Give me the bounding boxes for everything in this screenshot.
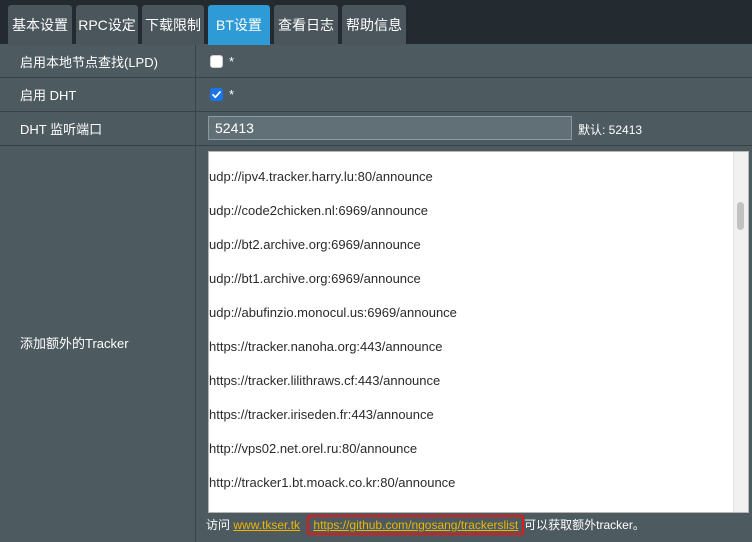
tracker-line: http://vps02.net.orel.ru:80/announce (209, 441, 418, 456)
dht-port-value: 52413 默认: 52413 (197, 112, 752, 145)
dht-label: 启用 DHT (0, 78, 196, 111)
tracker-line: udp://code2chicken.nl:6969/announce (209, 203, 429, 218)
tracker-scrollbar[interactable] (733, 152, 748, 512)
lpd-label: 启用本地节点查找(LPD) (0, 45, 196, 77)
tracker-line: udp://ipv4.tracker.harry.lu:80/announce (209, 169, 433, 184)
tab-download-limits[interactable]: 下载限制 (142, 5, 204, 45)
tab-help[interactable]: 帮助信息 (342, 5, 406, 45)
dht-port-default: 默认: 52413 (578, 123, 643, 137)
hint-suffix: 可以获取额外tracker。 (524, 518, 645, 532)
tracker-line: https://tracker.iriseden.fr:443/announce (209, 407, 434, 422)
row-lpd: 启用本地节点查找(LPD) * (0, 45, 752, 78)
hint-prefix: 访问 (206, 518, 231, 532)
tracker-line: https://tracker.lilithraws.cf:443/announ… (209, 373, 441, 388)
checkmark-icon (212, 91, 221, 99)
trackerslist-link[interactable]: https://github.com/ngosang/trackerslist (313, 518, 518, 532)
tracker-line: https://tracker.nanoha.org:443/announce (209, 339, 443, 354)
tab-basic-settings[interactable]: 基本设置 (8, 5, 72, 45)
lpd-value: * (197, 45, 752, 77)
tracker-hint: 访问 www.tkser.tk https://github.com/ngosa… (206, 515, 645, 535)
tracker-line: udp://bt1.archive.org:6969/announce (209, 271, 421, 286)
row-dht: 启用 DHT * (0, 78, 752, 112)
tracker-line: http://tracker1.bt.moack.co.kr:80/announ… (209, 475, 456, 490)
tracker-textarea[interactable]: udp://ipv4.tracker.harry.lu:80/announce … (208, 151, 749, 513)
tab-rpc-settings[interactable]: RPC设定 (76, 5, 138, 45)
dht-value: * (197, 78, 752, 111)
tracker-value: udp://ipv4.tracker.harry.lu:80/announce … (197, 146, 752, 542)
tracker-line: udp://bt2.archive.org:6969/announce (209, 237, 421, 252)
dht-port-label: DHT 监听端口 (0, 112, 196, 145)
row-trackers: 添加额外的Tracker udp://ipv4.tracker.harry.lu… (0, 146, 752, 542)
tab-bar: 基本设置 RPC设定 下载限制 BT设置 查看日志 帮助信息 (0, 0, 752, 45)
dht-checkbox[interactable] (210, 88, 223, 101)
tab-bt-settings[interactable]: BT设置 (208, 5, 270, 45)
tracker-label: 添加额外的Tracker (0, 146, 196, 542)
scrollbar-thumb[interactable] (737, 202, 744, 230)
dht-port-input[interactable]: 52413 (208, 116, 572, 140)
lpd-checkbox[interactable] (210, 54, 223, 68)
row-dht-port: DHT 监听端口 52413 默认: 52413 (0, 112, 752, 146)
required-mark: * (229, 87, 235, 102)
tab-view-log[interactable]: 查看日志 (274, 5, 338, 45)
required-mark: * (229, 53, 235, 69)
settings-table: 启用本地节点查找(LPD) * 启用 DHT * DHT 监听端口 52413 … (0, 45, 752, 542)
highlight-box: https://github.com/ngosang/trackerslist (307, 515, 525, 535)
tkser-link[interactable]: www.tkser.tk (233, 518, 300, 532)
tracker-line: udp://abufinzio.monocul.us:6969/announce (209, 305, 457, 320)
